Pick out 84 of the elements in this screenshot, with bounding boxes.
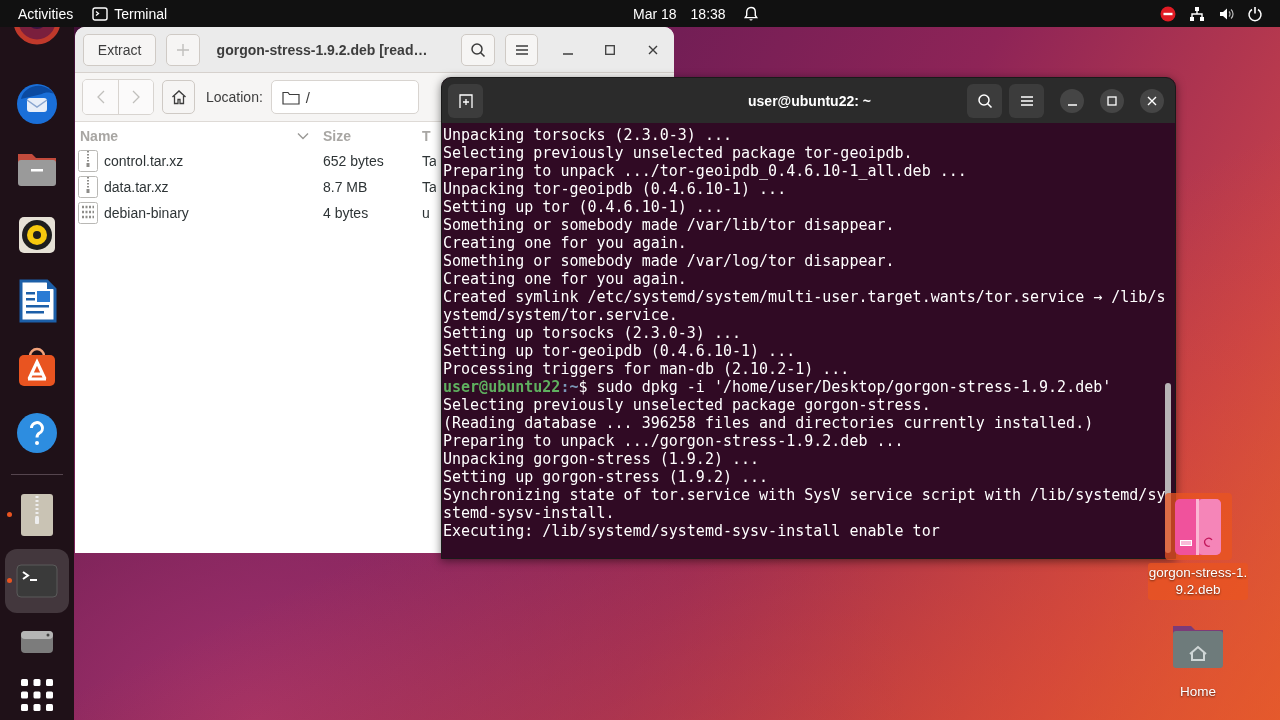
location-field[interactable]: /	[270, 80, 419, 114]
column-label: Name	[80, 128, 119, 144]
minimize-icon	[562, 52, 573, 55]
desktop-icon-label[interactable]: Home	[1148, 682, 1248, 702]
terminal-line: Preparing to unpack .../tor-geoipdb_0.4.6.10-1_all.deb ...	[443, 162, 968, 180]
home-button[interactable]	[162, 80, 195, 114]
search-button[interactable]	[461, 33, 495, 66]
chevron-left-icon	[96, 90, 105, 104]
menu-button[interactable]	[1009, 83, 1044, 118]
bell-icon	[742, 5, 759, 22]
terminal-line: Unpacking tor-geoipdb (0.4.6.10-1) ...	[443, 180, 788, 198]
zip-file-icon	[78, 150, 98, 172]
terminal-line: Creating one for you again.	[443, 270, 688, 288]
new-tab-icon	[457, 92, 474, 109]
clock-date: Mar 18	[633, 5, 677, 22]
maximize-icon	[605, 44, 616, 55]
power-icon	[1247, 5, 1263, 22]
clock-time: 18:38	[690, 5, 726, 22]
file-type: Ta	[422, 179, 436, 195]
location-label: Location:	[206, 89, 263, 105]
file-name[interactable]: data.tar.xz	[104, 179, 169, 195]
file-size: 8.7 MB	[323, 179, 369, 195]
home-icon	[170, 89, 187, 105]
prompt-path: :~	[560, 378, 579, 396]
terminal-line: stemd-sysv-install.	[443, 504, 616, 522]
menu-icon	[1019, 94, 1034, 107]
terminal-line: Selecting previously unselected package tor-geoipdb.	[443, 144, 914, 162]
menu-button[interactable]	[504, 33, 539, 66]
window-title: user@ubuntu22: ~	[747, 92, 872, 109]
terminal-line: Unpacking gorgon-stress (1.9.2) ...	[443, 450, 761, 468]
terminal-line: Selecting previously unselected package gorgon-stress.	[443, 396, 932, 414]
do-not-disturb-icon	[1160, 5, 1176, 22]
network-icon	[1189, 5, 1205, 22]
terminal-line: Created symlink /etc/systemd/system/multi-user.target.wants/tor.service → /lib/s	[443, 288, 1167, 306]
terminal-line: Setting up gorgon-stress (1.9.2) ...	[443, 468, 770, 486]
file-name[interactable]: control.tar.xz	[104, 153, 184, 169]
terminal-icon	[92, 6, 109, 21]
activities-button[interactable]: Activities	[18, 0, 74, 27]
terminal-line: Something or somebody made /var/lib/tor disappear.	[443, 216, 896, 234]
plus-icon	[175, 42, 190, 57]
package-icon	[1174, 497, 1222, 556]
terminal-line: Something or somebody made /var/log/tor disappear.	[443, 252, 896, 270]
file-type: u	[422, 205, 431, 221]
folder-icon	[281, 89, 300, 105]
desktop-icon-label[interactable]: gorgon-stress-1.9.2.deb	[1148, 563, 1248, 600]
menu-icon	[514, 43, 529, 56]
zip-file-icon	[78, 176, 98, 198]
terminal-line: Preparing to unpack .../gorgon-stress-1.9.2.deb ...	[443, 432, 905, 450]
close-button[interactable]	[1140, 88, 1164, 113]
file-size: 4 bytes	[323, 205, 370, 221]
terminal-line: Setting up torsocks (2.3.0-3) ...	[443, 324, 742, 342]
terminal-line: Setting up tor-geoipdb (0.4.6.10-1) ...	[443, 342, 797, 360]
chevron-right-icon	[132, 90, 140, 104]
maximize-button[interactable]	[1100, 88, 1124, 113]
terminal-line: Creating one for you again.	[443, 234, 688, 252]
new-tab-button[interactable]	[448, 83, 483, 118]
desktop-icon[interactable]	[1164, 493, 1232, 560]
minimize-icon	[1067, 103, 1077, 106]
command-text: $ sudo dpkg -i '/home/user/Desktop/gorgon-stress-1.9.2.deb'	[578, 378, 1112, 396]
terminal-line: Unpacking torsocks (2.3.0-3) ...	[443, 126, 733, 144]
prompt-user: user@ubuntu22	[443, 378, 561, 396]
close-icon	[1147, 95, 1157, 106]
minimize-button[interactable]	[1060, 88, 1084, 113]
maximize-icon	[1107, 95, 1117, 106]
file-size: 652 bytes	[323, 153, 385, 169]
search-icon	[470, 41, 487, 58]
extract-button[interactable]: Extract	[83, 33, 157, 66]
app-menu[interactable]: Terminal	[92, 0, 168, 27]
terminal-line: Executing: /lib/systemd/systemd-sysv-install enable tor	[443, 522, 941, 540]
app-name: Terminal	[114, 5, 168, 22]
close-icon	[647, 44, 658, 55]
location-text: /	[305, 88, 310, 106]
binary-file-icon	[78, 202, 98, 224]
terminal-line: Setting up tor (0.4.6.10-1) ...	[443, 198, 724, 216]
file-name[interactable]: debian-binary	[104, 205, 189, 221]
file-type: Ta	[422, 153, 436, 169]
search-button[interactable]	[967, 83, 1002, 118]
window-title: gorgon-stress-1.9.2.deb [read…	[216, 41, 429, 58]
terminal-line: Processing triggers for man-db (2.10.2-1) ...	[443, 360, 851, 378]
terminal-line: Synchronizing state of tor.service with SysV service script with /lib/systemd/sy	[443, 486, 1167, 504]
terminal-line: (Reading database ... 396258 files and directories currently installed.)	[443, 414, 1095, 432]
search-icon	[976, 92, 993, 109]
terminal-line: ystemd/system/tor.service.	[443, 306, 679, 324]
clock-button[interactable]: Mar 18 18:38	[633, 0, 759, 27]
